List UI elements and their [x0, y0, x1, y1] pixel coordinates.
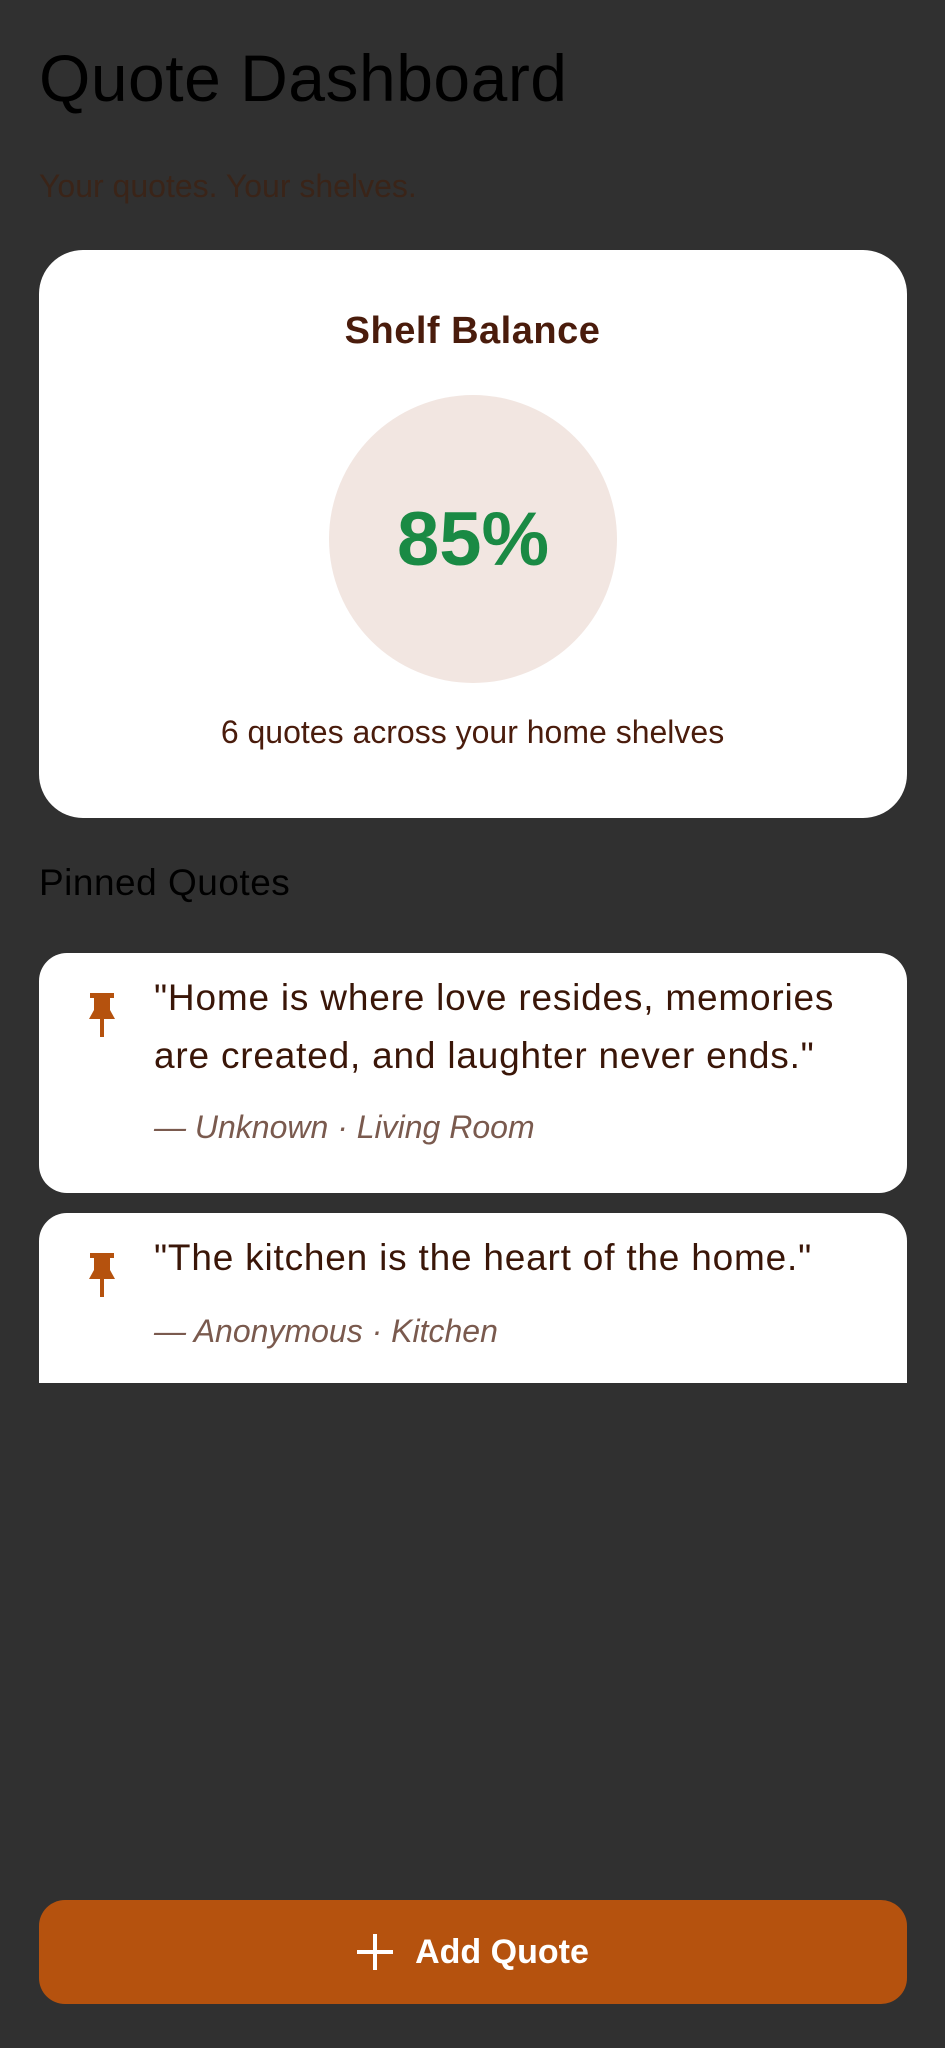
plus-icon: [357, 1934, 394, 1970]
add-quote-button[interactable]: Add Quote: [39, 1900, 907, 2004]
pinned-quotes-heading: Pinned Quotes: [39, 862, 291, 903]
balance-gauge: 85%: [329, 395, 617, 683]
pin-icon[interactable]: [85, 1253, 119, 1297]
pinned-quote-card[interactable]: "The kitchen is the heart of the home." …: [39, 1213, 907, 1383]
balance-value: 85%: [396, 496, 550, 582]
page-subtitle: Your quotes. Your shelves.: [39, 168, 417, 204]
quote-meta: — Anonymous · Kitchen: [154, 1313, 498, 1349]
quote-text: "Home is where love resides, memories ar…: [154, 977, 835, 1076]
balance-caption: 6 quotes across your home shelves: [220, 714, 725, 750]
page-title: Quote Dashboard: [39, 41, 568, 115]
quote-meta: — Unknown · Living Room: [154, 1109, 535, 1145]
pinned-quote-card[interactable]: "Home is where love resides, memories ar…: [39, 953, 907, 1193]
shelf-balance-title: Shelf Balance: [344, 310, 601, 352]
add-quote-label: Add Quote: [415, 1932, 589, 1971]
quote-text: "The kitchen is the heart of the home.": [154, 1237, 813, 1278]
pin-icon[interactable]: [85, 993, 119, 1037]
